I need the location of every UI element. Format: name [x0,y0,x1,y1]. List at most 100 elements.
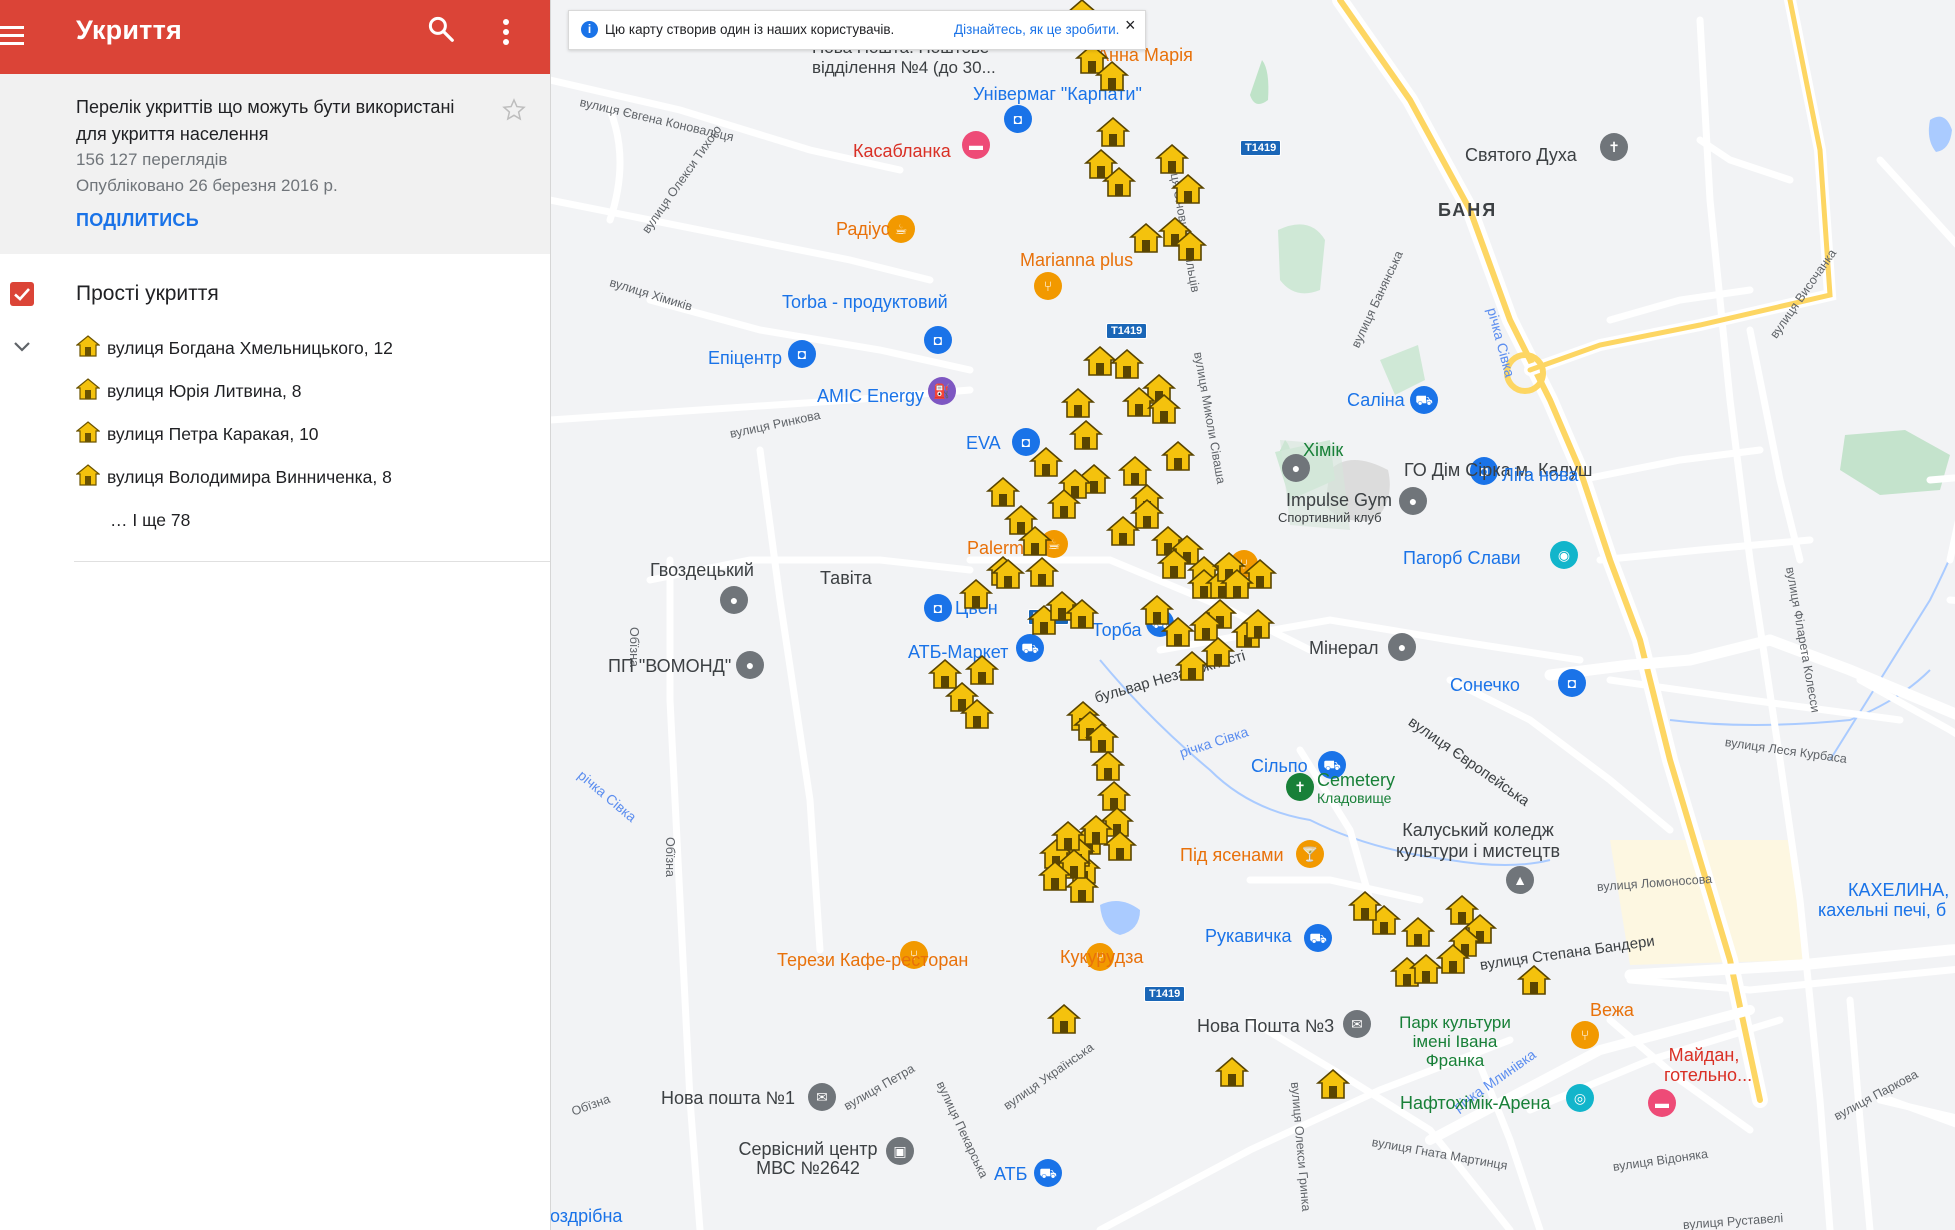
poi-label[interactable]: Майдан, готельно... [1664,1045,1752,1085]
cemetery-pin[interactable]: ✝ [1286,773,1314,801]
poi-label[interactable]: Нафтохімік-Арена [1400,1093,1551,1114]
gym-pin[interactable]: ● [1399,487,1427,515]
shopping-pin[interactable]: ◘ [924,326,952,354]
shelter-marker[interactable] [958,578,994,610]
close-icon[interactable]: × [1125,15,1136,36]
store-pin[interactable]: ⛟ [1034,1159,1062,1187]
poi-label[interactable]: Пагорб Слави [1403,548,1521,569]
store-pin[interactable]: ⛟ [1016,634,1044,662]
poi-label[interactable]: Хімік [1303,440,1343,461]
poi-label[interactable]: EVA [966,433,1001,454]
shelter-marker[interactable] [1037,860,1073,892]
poi-label[interactable]: АТБ [994,1164,1027,1185]
shelter-marker[interactable] [1400,916,1436,948]
poi-label[interactable]: Парк культури імені Івана Франка [1395,1013,1515,1070]
poi-label[interactable]: Гвоздецький [650,560,754,581]
list-item[interactable]: вулиця Богдана Хмельницького, 12 [76,332,536,366]
layer-checkbox[interactable] [10,282,34,306]
shelter-marker[interactable] [1068,419,1104,451]
shelter-marker[interactable] [1315,1068,1351,1100]
list-item[interactable]: вулиця Юрія Литвина, 8 [76,375,536,409]
fuel-pin[interactable]: ⛽ [928,377,956,405]
poi-label[interactable]: AMIC Energy [817,386,924,407]
poi-label[interactable]: Torba - продуктовий [782,292,948,313]
government-pin[interactable]: ▣ [886,1137,914,1165]
poi-label[interactable]: Cemetery [1317,770,1395,791]
poi-label[interactable]: Вежа [1590,1000,1634,1021]
shelter-marker[interactable] [964,654,1000,686]
share-button[interactable]: ПОДІЛИТИСЬ [76,210,199,231]
poi-label[interactable]: Рукавичка [1205,926,1292,947]
more-options-button[interactable] [494,14,518,54]
poi-label[interactable]: Marianna plus [1020,250,1133,271]
poi-label[interactable]: Нова пошта №1 [661,1088,795,1109]
poi-label[interactable]: Нова Пошта №3 [1197,1016,1334,1037]
shelter-marker[interactable] [1160,440,1196,472]
shelter-marker[interactable] [1200,636,1236,668]
shelter-marker[interactable] [1090,750,1126,782]
shelter-marker[interactable] [1172,230,1208,262]
poi-label[interactable]: Кукурудза [1060,947,1143,968]
shelter-marker[interactable] [990,558,1026,590]
mail-pin[interactable]: ✉ [808,1083,836,1111]
poi-label[interactable]: Тавіта [820,568,872,589]
place-pin[interactable]: ● [1388,633,1416,661]
collapse-layer-button[interactable] [12,340,32,359]
star-button[interactable] [502,98,526,127]
notice-link[interactable]: Дізнайтесь, як це зробити. [954,22,1119,37]
poi-label[interactable]: Саліна [1347,390,1405,411]
store-pin[interactable]: ⛟ [1410,386,1438,414]
poi-label[interactable]: КАХЕЛИНА, [1848,880,1949,901]
poi-label[interactable]: Святого Духа [1465,145,1577,166]
school-pin[interactable]: ▲ [1506,866,1534,894]
shelter-marker[interactable] [1214,1056,1250,1088]
place-pin[interactable]: ● [736,651,764,679]
landmark-pin[interactable]: ◉ [1550,541,1578,569]
poi-label[interactable]: Терези Кафе-ресторан [777,950,968,971]
hotel-pin[interactable]: ▬ [962,131,990,159]
poi-label[interactable]: Мінерал [1309,638,1378,659]
shelter-marker[interactable] [1101,166,1137,198]
poi-label[interactable]: Касабланка [853,141,951,162]
shelter-marker[interactable] [1060,387,1096,419]
shopping-pin[interactable]: ◘ [788,340,816,368]
poi-label[interactable]: ПП "ВОМОНД" [608,656,731,677]
shelter-marker[interactable] [1146,393,1182,425]
place-pin[interactable]: ✝ [1600,133,1628,161]
shopping-pin[interactable]: ◘ [1558,669,1586,697]
restaurant-pin[interactable]: ⑂ [1571,1021,1599,1049]
poi-label[interactable]: Калуський коледж культури і мистецтв [1378,820,1578,862]
cafe-pin[interactable]: ☕ [887,215,915,243]
restaurant-pin[interactable]: ⑂ [1034,272,1062,300]
shelter-marker[interactable] [1094,60,1130,92]
bar-pin[interactable]: 🍸 [1296,840,1324,868]
shelter-marker[interactable] [1105,515,1141,547]
shelter-marker[interactable] [1435,943,1471,975]
shopping-pin[interactable]: ◘ [924,594,952,622]
shelter-marker[interactable] [1064,598,1100,630]
shelter-marker[interactable] [1024,556,1060,588]
hotel-pin[interactable]: ▬ [1648,1089,1676,1117]
shelter-marker[interactable] [1170,173,1206,205]
map-canvas[interactable]: T1419 T1419 T1419 T1419 БАНЯ вулиця Євге… [550,0,1955,1230]
shelter-marker[interactable] [959,698,995,730]
shopping-pin[interactable]: ◘ [1004,105,1032,133]
shelter-marker[interactable] [1154,143,1190,175]
shelter-marker[interactable] [1109,348,1145,380]
store-pin[interactable]: ⛟ [1304,924,1332,952]
poi-label[interactable]: Impulse Gym [1286,490,1392,511]
poi-label[interactable]: Радіус [836,219,890,240]
shelter-marker[interactable] [1347,890,1383,922]
poi-label[interactable]: оздрібна [550,1206,622,1227]
place-pin[interactable]: ● [720,586,748,614]
shelter-marker[interactable] [1095,116,1131,148]
poi-label[interactable]: Сільпо [1251,756,1308,777]
shelter-marker[interactable] [1219,568,1255,600]
shelter-marker[interactable] [1240,608,1276,640]
more-items-link[interactable]: … І ще 78 [110,510,190,531]
shelter-marker[interactable] [1046,1003,1082,1035]
poi-label[interactable]: Під ясенами [1180,845,1284,866]
mail-pin[interactable]: ✉ [1343,1010,1371,1038]
poi-label[interactable]: Торба [1092,620,1142,641]
poi-label[interactable]: Сонечко [1450,675,1520,696]
